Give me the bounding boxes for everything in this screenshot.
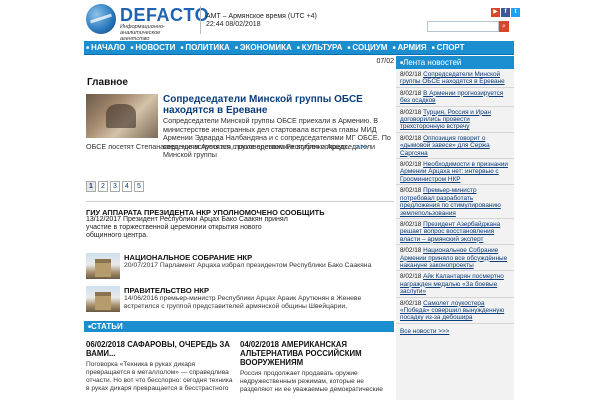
news-date: 8/02/18 xyxy=(400,187,422,195)
site-header: DEFACTO Информационно-аналитическое аген… xyxy=(0,0,600,42)
youtube-icon[interactable]: ▶ xyxy=(491,8,500,17)
list-item[interactable]: 8/02/18 Турция, Россия и Иран договорили… xyxy=(396,107,514,133)
main-story-text-continued: ОБСЕ посетят Степанакерт, где встретятся… xyxy=(86,142,369,151)
twitter-icon[interactable]: t xyxy=(511,8,520,17)
event-body[interactable]: 20/07/2017 Парламент Арцаха избрал прези… xyxy=(124,262,392,270)
facebook-icon[interactable]: f xyxy=(501,8,510,17)
news-date: 8/02/18 xyxy=(400,220,422,228)
government-building-thumbnail[interactable] xyxy=(86,286,120,312)
list-item[interactable]: 8/02/18 Необходимости в признании Армени… xyxy=(396,159,514,186)
main-story-headline[interactable]: Сопредседатели Минской группы ОБСЕ наход… xyxy=(163,94,385,116)
main-navigation: НАЧАЛОНОВОСТИПОЛИТИКАЭКОНОМИКАКУЛЬТУРАСО… xyxy=(84,41,514,55)
pager-page-2[interactable]: 2 xyxy=(98,181,108,192)
article-item: 06/02/2018 САФАРОВЫ, ОЧЕРЕДЬ ЗА ВАМИ... … xyxy=(86,340,234,393)
list-item[interactable]: 8/02/18 Сопредседатели Минской группы ОБ… xyxy=(396,69,514,88)
list-item[interactable]: 8/02/18 Айк Калантарян посмертно награжд… xyxy=(396,271,514,298)
pager-page-3[interactable]: 3 xyxy=(110,181,120,192)
pager-page-1[interactable]: 1 xyxy=(86,181,96,192)
main-story-pager: 12345 xyxy=(86,181,146,193)
news-date: 8/02/18 xyxy=(400,161,422,169)
article-excerpt: Россия продолжает продавать оружие недру… xyxy=(240,370,383,393)
pager-page-4[interactable]: 4 xyxy=(122,181,132,192)
globe-logo-icon xyxy=(86,4,116,34)
articles-label[interactable]: СТАТЬИ xyxy=(84,322,123,331)
search-icon[interactable]: ⌕ xyxy=(499,21,509,32)
main-section-title: Главное xyxy=(87,77,128,88)
news-feed-heading[interactable]: Лента новостей xyxy=(396,56,514,69)
news-date: 8/02/18 xyxy=(400,273,422,281)
announcement-date: 13/12/2017 xyxy=(86,216,122,223)
nav-item-army[interactable]: АРМИЯ xyxy=(390,41,429,55)
list-item[interactable]: 8/02/18 В Армении прогнозируется без оса… xyxy=(396,88,514,107)
news-date: 8/02/18 xyxy=(400,89,422,97)
site-logo[interactable]: DEFACTO Информационно-аналитическое аген… xyxy=(86,4,209,42)
header-divider xyxy=(200,6,201,34)
logo-wordmark: DEFACTO xyxy=(120,5,210,25)
ticker-text[interactable]: 07/02 xyxy=(376,58,394,65)
nav-item-culture[interactable]: КУЛЬТУРА xyxy=(295,41,346,55)
article-title[interactable]: 04/02/2018 АМЕРИКАНСКАЯ АЛЬТЕРНАТИВА РОС… xyxy=(240,340,388,367)
nav-item-politics[interactable]: ПОЛИТИКА xyxy=(178,41,232,55)
article-item: 04/02/2018 АМЕРИКАНСКАЯ АЛЬТЕРНАТИВА РОС… xyxy=(240,340,388,394)
news-feed-sidebar: Лента новостей 8/02/18 Сопредседатели Ми… xyxy=(396,56,514,400)
list-item[interactable]: 8/02/18 Премьер-министр потребовал разра… xyxy=(396,185,514,219)
article-excerpt: Поговорка «Техника в руках дикаря превра… xyxy=(86,361,233,392)
announcement-body: 13/12/2017 Президент Республики Арцах Ба… xyxy=(86,216,288,239)
news-date: 8/02/18 xyxy=(400,247,422,255)
nav-item-news[interactable]: НОВОСТИ xyxy=(128,41,178,55)
nav-item-home[interactable]: НАЧАЛО xyxy=(84,41,128,55)
current-datetime: 22:44 08/02/2018 xyxy=(206,21,261,28)
pager-page-5[interactable]: 5 xyxy=(134,181,144,192)
news-date: 8/02/18 xyxy=(400,299,422,307)
parliament-building-thumbnail[interactable] xyxy=(86,253,120,279)
social-links: ▶ f t xyxy=(491,6,521,17)
event-body[interactable]: 14/06/2016 премьер-министр Республики Ар… xyxy=(124,295,392,311)
list-item[interactable]: 8/02/18 Оппозиция говорит о «дымовой зав… xyxy=(396,133,514,160)
time-zone-label: AMT – Армянское время (UTC +4) xyxy=(206,13,317,20)
articles-section-header: СТАТЬИ xyxy=(84,321,394,332)
article-title[interactable]: 06/02/2018 САФАРОВЫ, ОЧЕРЕДЬ ЗА ВАМИ... xyxy=(86,340,234,358)
event-title[interactable]: ПРАВИТЕЛЬСТВО НКР xyxy=(124,286,209,295)
search-input[interactable] xyxy=(427,21,499,32)
list-item[interactable]: 8/02/18 Президент Азербайджана решает во… xyxy=(396,219,514,246)
main-story-photo[interactable] xyxy=(86,94,158,138)
section-divider xyxy=(86,201,394,202)
main-story-text: Сопредседатели Минской группы ОБСЕ приех… xyxy=(163,116,391,160)
news-date: 8/02/18 xyxy=(400,108,422,116)
nav-item-society[interactable]: СОЦИУМ xyxy=(345,41,390,55)
list-item[interactable]: 8/02/18 Национальное Собрание Армении пр… xyxy=(396,245,514,272)
news-date: 8/02/18 xyxy=(400,134,422,142)
all-news-link[interactable]: Все новости >>> xyxy=(396,324,514,339)
nav-item-economy[interactable]: ЭКОНОМИКА xyxy=(233,41,295,55)
news-date: 8/02/18 xyxy=(400,71,422,78)
main-story-more-link[interactable]: >>> xyxy=(355,142,368,151)
list-item[interactable]: 8/02/18 Самолет лоукостера «Победа» сове… xyxy=(396,298,514,324)
nav-item-sport[interactable]: СПОРТ xyxy=(430,41,468,55)
event-title[interactable]: НАЦИОНАЛЬНОЕ СОБРАНИЕ НКР xyxy=(124,253,252,262)
logo-tagline: Информационно-аналитическое агентство xyxy=(120,24,165,42)
news-ticker: 07/02 xyxy=(84,56,394,68)
